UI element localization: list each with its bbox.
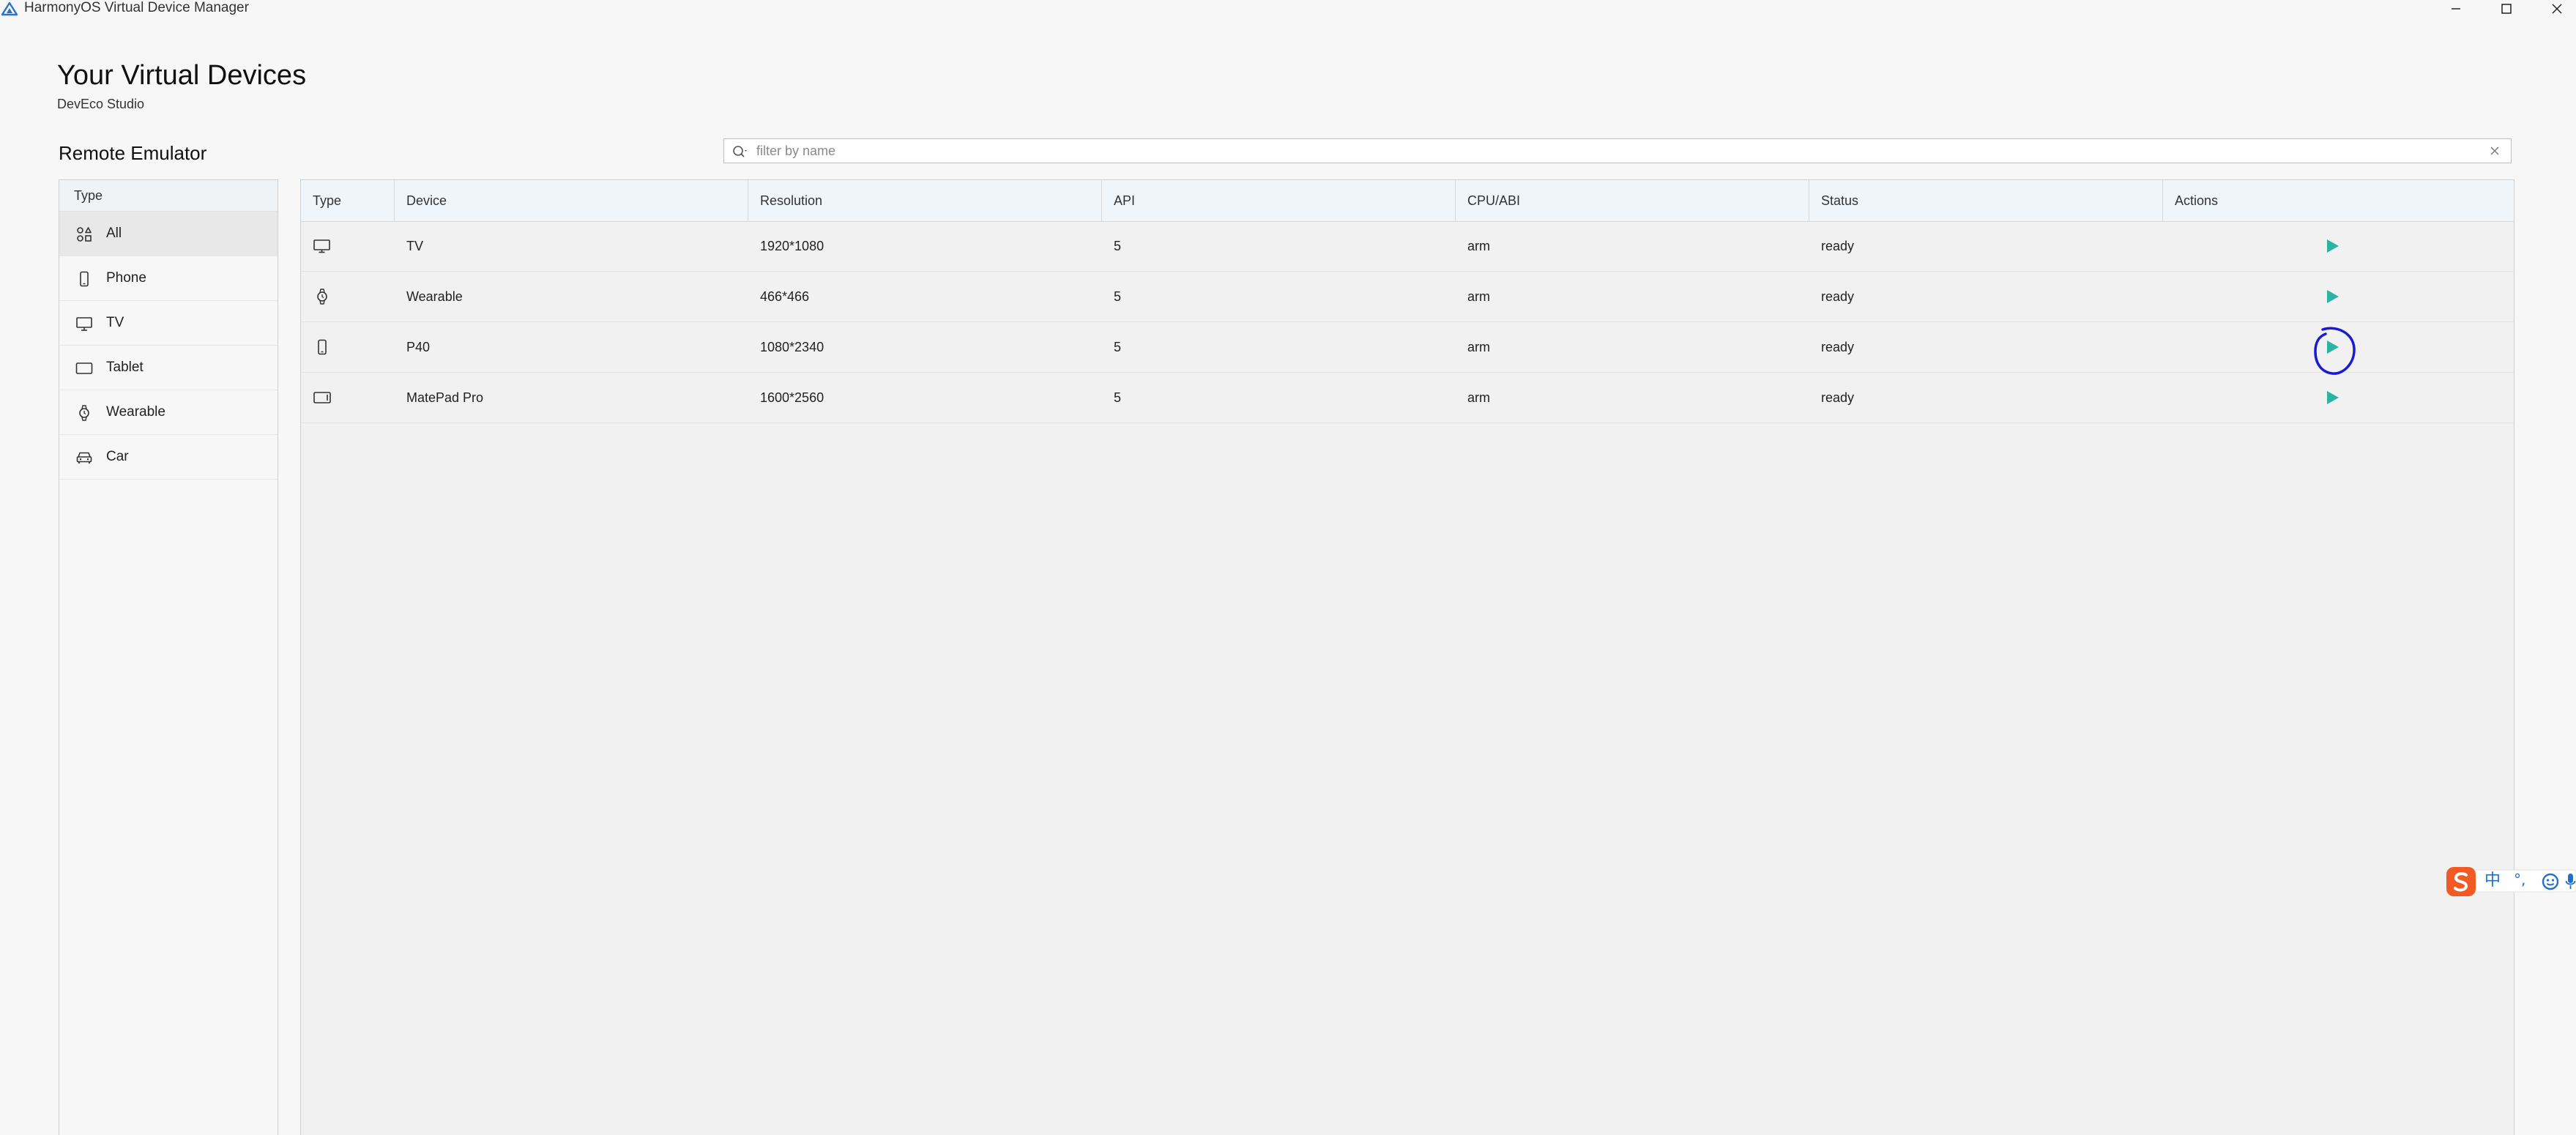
tablet-icon bbox=[75, 362, 93, 374]
harmonyos-logo-icon bbox=[1, 1, 18, 16]
ime-toolbar: 中 °, bbox=[2442, 863, 2576, 901]
sidebar-item-label: Car bbox=[106, 449, 129, 464]
sogou-logo-icon[interactable] bbox=[2443, 864, 2479, 899]
emoji-icon[interactable] bbox=[2542, 873, 2559, 890]
minimize-icon bbox=[2452, 8, 2460, 10]
close-icon bbox=[2552, 4, 2562, 14]
column-header-cpu-abi[interactable]: CPU/ABI bbox=[1456, 180, 1809, 221]
cpu-abi-cell: arm bbox=[1467, 390, 1490, 405]
page-subtitle: DevEco Studio bbox=[57, 97, 145, 111]
column-header-resolution[interactable]: Resolution bbox=[748, 180, 1102, 221]
minimize-button[interactable] bbox=[2441, 0, 2471, 18]
app-window: HarmonyOS Virtual Device Manager Your Vi… bbox=[0, 0, 2576, 1135]
column-header-device[interactable]: Device bbox=[395, 180, 748, 221]
car-icon bbox=[76, 452, 92, 464]
device-name-cell: Wearable bbox=[406, 289, 463, 304]
tv-icon bbox=[313, 239, 330, 253]
cpu-abi-cell: arm bbox=[1467, 289, 1490, 304]
search-input[interactable] bbox=[756, 139, 2463, 163]
sidebar-item-label: Tablet bbox=[106, 360, 144, 375]
table-row[interactable]: TV 1920*1080 5 arm ready bbox=[301, 221, 2514, 272]
sidebar-item-tablet[interactable]: Tablet bbox=[59, 346, 278, 390]
maximize-icon bbox=[2501, 4, 2512, 14]
play-icon[interactable] bbox=[2323, 389, 2341, 406]
sidebar-item-label: Phone bbox=[106, 270, 146, 286]
clear-search-icon[interactable] bbox=[2489, 145, 2501, 157]
sidebar-item-label: TV bbox=[106, 315, 124, 330]
all-icon bbox=[77, 227, 92, 242]
column-header-status[interactable]: Status bbox=[1809, 180, 2163, 221]
api-cell: 5 bbox=[1114, 340, 1122, 354]
sidebar-item-all[interactable]: All bbox=[59, 212, 278, 256]
device-name-cell: TV bbox=[406, 239, 424, 253]
sidebar-item-label: Wearable bbox=[106, 404, 165, 420]
device-name-cell: MatePad Pro bbox=[406, 390, 484, 405]
sidebar-item-tv[interactable]: TV bbox=[59, 301, 278, 346]
ime-mode-label[interactable]: 中 bbox=[2484, 871, 2501, 890]
device-table: Type Device Resolution API CPU/ABI Statu… bbox=[300, 179, 2514, 1135]
table-row[interactable]: MatePad Pro 1600*2560 5 arm ready bbox=[301, 373, 2514, 423]
type-filter-sidebar: Type All Phone TV Tablet Wearable Car bbox=[59, 179, 278, 1135]
table-row[interactable]: Wearable 466*466 5 arm ready bbox=[301, 272, 2514, 322]
play-icon[interactable] bbox=[2323, 338, 2341, 356]
table-row[interactable]: P40 1080*2340 5 arm ready bbox=[301, 322, 2514, 373]
cpu-abi-cell: arm bbox=[1467, 239, 1490, 253]
tv-icon bbox=[76, 317, 92, 331]
play-icon[interactable] bbox=[2323, 237, 2341, 255]
page-title: Your Virtual Devices bbox=[57, 60, 307, 91]
sidebar-item-wearable[interactable]: Wearable bbox=[59, 390, 278, 435]
search-box bbox=[723, 138, 2512, 163]
play-icon[interactable] bbox=[2323, 288, 2341, 305]
table-header: Type Device Resolution API CPU/ABI Statu… bbox=[301, 180, 2514, 222]
resolution-cell: 1920*1080 bbox=[760, 239, 824, 253]
column-header-type[interactable]: Type bbox=[301, 180, 395, 221]
sidebar-header: Type bbox=[59, 180, 278, 212]
resolution-cell: 1600*2560 bbox=[760, 390, 824, 405]
sidebar-item-phone[interactable]: Phone bbox=[59, 256, 278, 301]
api-cell: 5 bbox=[1114, 289, 1122, 304]
sidebar-item-car[interactable]: Car bbox=[59, 435, 278, 480]
phone-icon bbox=[318, 339, 327, 355]
microphone-icon[interactable] bbox=[2565, 872, 2576, 891]
status-cell: ready bbox=[1821, 289, 1855, 304]
section-title: Remote Emulator bbox=[59, 142, 207, 164]
title-bar: HarmonyOS Virtual Device Manager bbox=[0, 0, 2576, 18]
phone-icon bbox=[80, 271, 89, 287]
tablet-icon bbox=[313, 392, 331, 403]
status-cell: ready bbox=[1821, 390, 1855, 405]
ime-punctuation-label[interactable]: °, bbox=[2514, 870, 2525, 889]
close-window-button[interactable] bbox=[2542, 0, 2572, 18]
cpu-abi-cell: arm bbox=[1467, 340, 1490, 354]
window-title: HarmonyOS Virtual Device Manager bbox=[24, 0, 249, 15]
maximize-button[interactable] bbox=[2492, 0, 2521, 18]
api-cell: 5 bbox=[1114, 239, 1122, 253]
api-cell: 5 bbox=[1114, 390, 1122, 405]
resolution-cell: 1080*2340 bbox=[760, 340, 824, 354]
status-cell: ready bbox=[1821, 239, 1855, 253]
sidebar-item-label: All bbox=[106, 226, 122, 241]
column-header-api[interactable]: API bbox=[1102, 180, 1456, 221]
status-cell: ready bbox=[1821, 340, 1855, 354]
search-icon bbox=[733, 146, 747, 157]
device-name-cell: P40 bbox=[406, 340, 431, 354]
column-header-actions: Actions bbox=[2175, 193, 2219, 208]
resolution-cell: 466*466 bbox=[760, 289, 810, 304]
watch-icon bbox=[79, 405, 89, 421]
watch-icon bbox=[317, 289, 327, 305]
